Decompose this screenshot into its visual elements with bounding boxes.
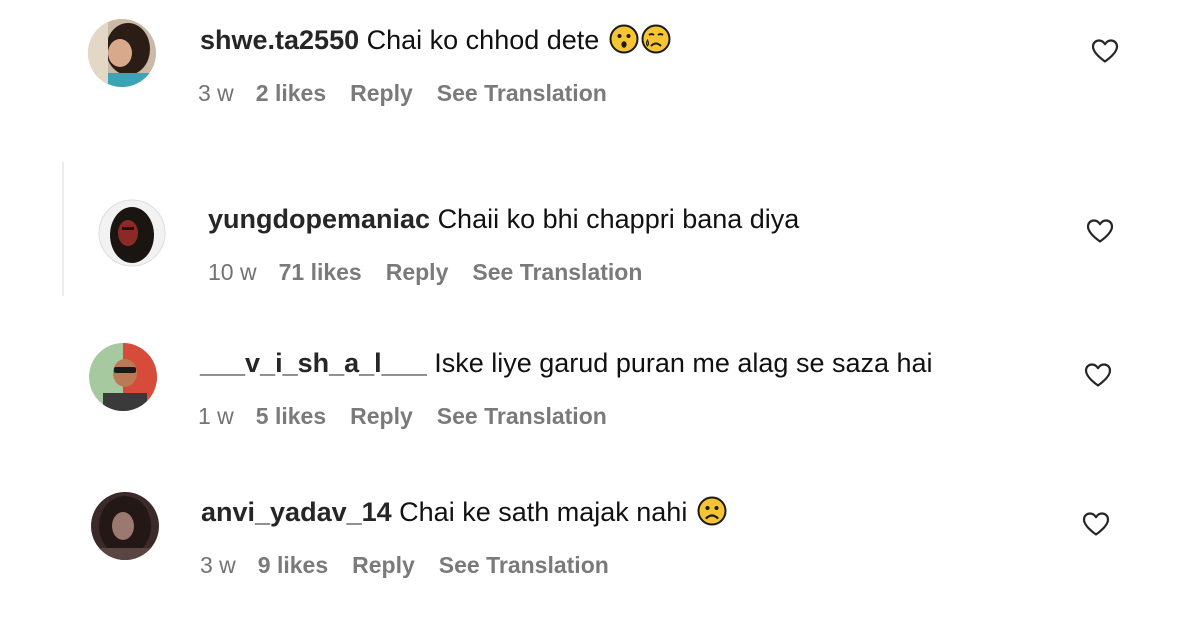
like-heart-icon[interactable] — [1091, 38, 1119, 64]
comment-age: 1 w — [198, 403, 234, 429]
like-heart-icon[interactable] — [1084, 362, 1112, 388]
comment-username[interactable]: shwe.ta2550 — [200, 25, 359, 55]
frowning-face-icon — [697, 496, 727, 526]
reply-button[interactable]: Reply — [350, 403, 413, 429]
comment-meta: 3 w 9 likes Reply See Translation — [200, 551, 633, 579]
avatar-image — [88, 19, 156, 87]
reply-thread-line — [62, 162, 64, 296]
avatar[interactable] — [88, 19, 156, 87]
comment-age: 3 w — [200, 552, 236, 578]
likes-count[interactable]: 71 likes — [279, 259, 362, 285]
likes-count[interactable]: 2 likes — [256, 80, 326, 106]
hushed-face-icon — [609, 24, 639, 54]
avatar[interactable] — [89, 343, 157, 411]
comment-line: anvi_yadav_14 Chai ke sath majak nahi — [201, 496, 727, 528]
avatar-image — [89, 343, 157, 411]
comment-text: Chaii ko bhi chappri bana diya — [437, 204, 800, 234]
see-translation-button[interactable]: See Translation — [437, 80, 607, 106]
avatar[interactable] — [91, 492, 159, 560]
comment-text: Chai ke sath majak nahi — [399, 497, 688, 527]
comment-meta: 3 w 2 likes Reply See Translation — [198, 79, 631, 107]
avatar[interactable] — [98, 199, 166, 267]
comment-line: ___v_i_sh_a_l___ Iske liye garud puran m… — [200, 347, 933, 379]
like-heart-icon[interactable] — [1082, 511, 1110, 537]
likes-count[interactable]: 5 likes — [256, 403, 326, 429]
reply-button[interactable]: Reply — [352, 552, 415, 578]
comment-meta: 1 w 5 likes Reply See Translation — [198, 402, 631, 430]
comment-age: 3 w — [198, 80, 234, 106]
comment-username[interactable]: ___v_i_sh_a_l___ — [200, 348, 427, 378]
likes-count[interactable]: 9 likes — [258, 552, 328, 578]
comment-age: 10 w — [208, 259, 257, 285]
reply-button[interactable]: Reply — [386, 259, 449, 285]
comment-text: Chai ko chhod dete — [366, 25, 600, 55]
comment-username[interactable]: yungdopemaniac — [208, 204, 430, 234]
see-translation-button[interactable]: See Translation — [437, 403, 607, 429]
comment-line: yungdopemaniac Chaii ko bhi chappri bana… — [208, 203, 799, 235]
comment-line: shwe.ta2550 Chai ko chhod dete — [200, 24, 671, 56]
see-translation-button[interactable]: See Translation — [472, 259, 642, 285]
avatar-image — [98, 199, 166, 267]
comment-username[interactable]: anvi_yadav_14 — [201, 497, 392, 527]
comment-meta: 10 w 71 likes Reply See Translation — [208, 258, 666, 286]
sad-tear-face-icon — [641, 24, 671, 54]
reply-button[interactable]: Reply — [350, 80, 413, 106]
avatar-image — [91, 492, 159, 560]
see-translation-button[interactable]: See Translation — [439, 552, 609, 578]
like-heart-icon[interactable] — [1086, 218, 1114, 244]
comment-text: Iske liye garud puran me alag se saza ha… — [434, 348, 933, 378]
